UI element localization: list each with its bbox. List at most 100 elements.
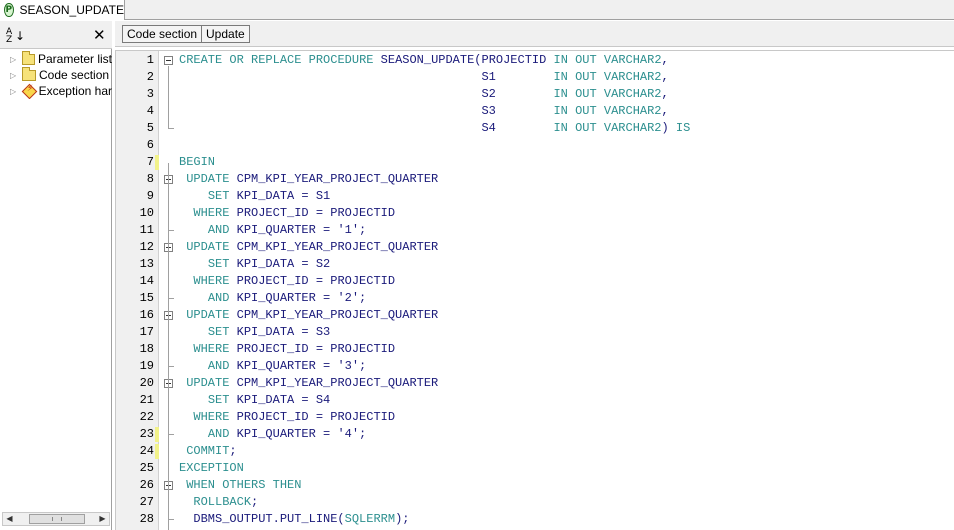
exception-icon: ⚡ bbox=[22, 84, 36, 98]
code-line[interactable]: S1 IN OUT VARCHAR2, bbox=[179, 69, 668, 86]
code-line[interactable]: AND KPI_QUARTER = '1'; bbox=[179, 222, 366, 239]
line-number: 23 bbox=[139, 427, 154, 441]
code-line[interactable]: AND KPI_QUARTER = '4'; bbox=[179, 426, 366, 443]
code-line[interactable]: SET KPI_DATA = S4 bbox=[179, 392, 330, 409]
keyword-token: SET bbox=[207, 325, 230, 339]
code-line[interactable]: WHERE PROJECT_ID = PROJECTID bbox=[179, 273, 395, 290]
code-token: CPM_KPI_YEAR_PROJECT_QUARTER bbox=[229, 308, 439, 322]
expand-arrow-icon[interactable]: ▷ bbox=[10, 55, 18, 64]
code-token: KPI_QUARTER = '2'; bbox=[229, 291, 367, 305]
line-number: 20 bbox=[139, 376, 154, 390]
code-line[interactable]: EXCEPTION bbox=[179, 460, 244, 477]
code-line[interactable]: SET KPI_DATA = S2 bbox=[179, 256, 330, 273]
scroll-left-icon[interactable]: ◀ bbox=[3, 513, 16, 525]
keyword-token: AND bbox=[207, 427, 230, 441]
code-token: KPI_DATA = S2 bbox=[229, 257, 331, 271]
line-number: 26 bbox=[139, 478, 154, 492]
code-line[interactable]: WHERE PROJECT_ID = PROJECTID bbox=[179, 341, 395, 358]
tree-item-code-section[interactable]: ▷ Code section bbox=[0, 67, 112, 83]
code-line[interactable]: DBMS_OUTPUT.PUT_LINE(SQLERRM); bbox=[179, 511, 409, 528]
keyword-token: VARCHAR2 bbox=[603, 70, 662, 84]
fold-toggle-icon[interactable] bbox=[164, 56, 173, 65]
line-number: 16 bbox=[139, 308, 154, 322]
keyword-token: IS bbox=[675, 121, 691, 135]
code-line[interactable]: COMMIT; bbox=[179, 443, 237, 460]
code-line[interactable]: UPDATE CPM_KPI_YEAR_PROJECT_QUARTER bbox=[179, 375, 438, 392]
code-line[interactable]: UPDATE CPM_KPI_YEAR_PROJECT_QUARTER bbox=[179, 307, 438, 324]
tree-item-parameter-list[interactable]: ▷ Parameter list bbox=[0, 51, 112, 67]
tab-season-update[interactable]: P SEASON_UPDATE bbox=[0, 0, 125, 20]
close-icon[interactable]: ✕ bbox=[93, 26, 106, 44]
keyword-token: OUT bbox=[575, 121, 597, 135]
keyword-token: OTHERS bbox=[222, 478, 266, 492]
tree-item-label: Code section bbox=[39, 68, 110, 82]
code-token: KPI_DATA = S4 bbox=[229, 393, 331, 407]
folder-icon bbox=[21, 51, 35, 65]
code-line[interactable]: ROLLBACK; bbox=[179, 494, 258, 511]
horizontal-scrollbar[interactable]: ◀ ▶ bbox=[2, 512, 110, 526]
keyword-token: ROLLBACK bbox=[193, 495, 252, 509]
line-number: 18 bbox=[139, 342, 154, 356]
code-line[interactable]: WHEN OTHERS THEN bbox=[179, 477, 301, 494]
code-section-button[interactable]: Code section bbox=[122, 25, 203, 43]
tree-item-exception-handler[interactable]: ▷ ⚡ Exception har bbox=[0, 83, 112, 99]
fold-guide-end bbox=[168, 128, 174, 129]
code-token: ; bbox=[229, 444, 237, 458]
keyword-token: VARCHAR2 bbox=[603, 87, 662, 101]
code-token: ; bbox=[251, 495, 259, 509]
keyword-token: IN bbox=[553, 104, 568, 118]
line-number: 13 bbox=[139, 257, 154, 271]
tab-strip: P SEASON_UPDATE bbox=[0, 0, 954, 20]
scrollbar-thumb[interactable] bbox=[29, 514, 85, 524]
fold-guide bbox=[168, 66, 169, 129]
expand-arrow-icon[interactable]: ▷ bbox=[10, 71, 18, 80]
code-line[interactable]: UPDATE CPM_KPI_YEAR_PROJECT_QUARTER bbox=[179, 171, 438, 188]
keyword-token: OUT bbox=[575, 87, 597, 101]
code-line[interactable]: BEGIN bbox=[179, 154, 215, 171]
code-text-area[interactable]: CREATE OR REPLACE PROCEDURE SEASON_UPDAT… bbox=[179, 51, 954, 530]
code-line[interactable]: S2 IN OUT VARCHAR2, bbox=[179, 86, 668, 103]
line-number: 24 bbox=[139, 444, 154, 458]
keyword-token: VARCHAR2 bbox=[603, 53, 662, 67]
code-line[interactable]: AND KPI_QUARTER = '3'; bbox=[179, 358, 366, 375]
code-line[interactable]: WHERE PROJECT_ID = PROJECTID bbox=[179, 205, 395, 222]
keyword-token: EXCEPTION bbox=[179, 461, 244, 475]
keyword-token: IN bbox=[553, 87, 568, 101]
scroll-right-icon[interactable]: ▶ bbox=[96, 513, 109, 525]
code-token: KPI_DATA = S3 bbox=[229, 325, 331, 339]
update-button[interactable]: Update bbox=[201, 25, 250, 43]
code-line[interactable]: AND KPI_QUARTER = '2'; bbox=[179, 290, 366, 307]
code-token: PROJECT_ID = PROJECTID bbox=[229, 342, 396, 356]
change-marker bbox=[155, 427, 159, 442]
code-line[interactable]: CREATE OR REPLACE PROCEDURE SEASON_UPDAT… bbox=[179, 52, 669, 69]
code-line[interactable]: UPDATE CPM_KPI_YEAR_PROJECT_QUARTER bbox=[179, 239, 438, 256]
line-number: 15 bbox=[139, 291, 154, 305]
line-number: 7 bbox=[146, 155, 154, 169]
code-line[interactable]: WHERE PROJECT_ID = PROJECTID bbox=[179, 409, 395, 426]
code-line[interactable]: S4 IN OUT VARCHAR2) IS bbox=[179, 120, 690, 137]
code-token: PROJECT_ID = PROJECTID bbox=[229, 410, 396, 424]
keyword-token: OUT bbox=[575, 53, 597, 67]
code-editor[interactable]: 1 2 3 4 5 6 7 8 9 10 11 12 13 14 15 16 17 18 19 20 21 22 23 24 2… bbox=[115, 50, 954, 530]
keyword-token: REPLACE bbox=[251, 53, 302, 67]
change-marker bbox=[155, 444, 159, 459]
code-line[interactable]: S3 IN OUT VARCHAR2, bbox=[179, 103, 668, 120]
keyword-token: CREATE bbox=[179, 53, 223, 67]
line-number-gutter: 1 2 3 4 5 6 7 8 9 10 11 12 13 14 15 16 17 18 19 20 21 22 23 24 2… bbox=[116, 51, 159, 530]
sort-az-icon[interactable]: A Z ↓ bbox=[6, 28, 25, 45]
keyword-token: SET bbox=[207, 393, 230, 407]
code-line[interactable]: SET KPI_DATA = S3 bbox=[179, 324, 330, 341]
code-line[interactable]: SET KPI_DATA = S1 bbox=[179, 188, 330, 205]
code-token: PROJECT_ID = PROJECTID bbox=[229, 274, 396, 288]
line-number: 2 bbox=[146, 70, 154, 84]
line-number: 19 bbox=[139, 359, 154, 373]
line-number: 22 bbox=[139, 410, 154, 424]
expand-arrow-icon[interactable]: ▷ bbox=[10, 87, 18, 96]
